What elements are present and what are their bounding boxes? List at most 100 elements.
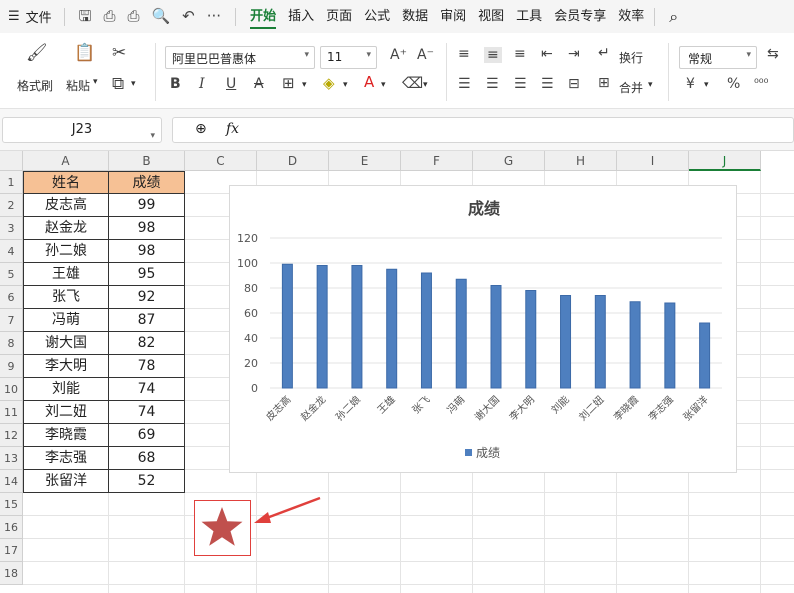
convert-icon[interactable]: ⇆ (767, 47, 779, 61)
row-header[interactable]: 11 (0, 401, 23, 424)
fill-color-icon[interactable]: ◈ (323, 76, 335, 91)
chevron-down-icon[interactable]: ▾ (131, 79, 136, 89)
table-cell[interactable]: 刘二妞 (23, 401, 109, 424)
save-icon[interactable]: 🖫 (79, 9, 92, 24)
column-header[interactable]: F (401, 151, 473, 171)
table-cell[interactable]: 谢大国 (23, 332, 109, 355)
wrap-text-icon[interactable]: ↵ (598, 46, 610, 60)
tab-8[interactable]: 会员专享 (548, 0, 612, 33)
table-cell[interactable]: 刘能 (23, 378, 109, 401)
column-header[interactable]: D (257, 151, 329, 171)
more-icon[interactable]: ··· (207, 9, 221, 24)
italic-icon[interactable]: I (199, 77, 205, 91)
tab-6[interactable]: 视图 (472, 0, 510, 33)
font-name-select[interactable]: 阿里巴巴普惠体 ▾ (165, 46, 315, 69)
formula-input[interactable]: ⊕ fx (172, 117, 794, 143)
paste-button[interactable]: 粘贴 (66, 77, 90, 94)
chevron-down-icon[interactable]: ▾ (648, 80, 653, 90)
underline-icon[interactable]: U (226, 77, 236, 91)
row-header[interactable]: 7 (0, 309, 23, 332)
row-header[interactable]: 9 (0, 355, 23, 378)
table-cell[interactable]: 69 (109, 424, 185, 447)
table-cell[interactable]: 92 (109, 286, 185, 309)
tab-0[interactable]: 开始 (244, 0, 282, 33)
align-right-icon[interactable]: ☰ (514, 77, 527, 91)
table-cell[interactable]: 68 (109, 447, 185, 470)
align-middle-icon[interactable]: ≡ (484, 47, 502, 63)
indent-decrease-icon[interactable]: ⇤ (541, 47, 553, 61)
decrease-font-icon[interactable]: A⁻ (417, 48, 434, 62)
tab-4[interactable]: 数据 (396, 0, 434, 33)
table-cell[interactable]: 95 (109, 263, 185, 286)
row-header[interactable]: 13 (0, 447, 23, 470)
row-header[interactable]: 8 (0, 332, 23, 355)
table-cell[interactable]: 98 (109, 217, 185, 240)
table-cell[interactable]: 99 (109, 194, 185, 217)
row-header[interactable]: 1 (0, 171, 23, 194)
table-cell[interactable]: 皮志高 (23, 194, 109, 217)
align-top-icon[interactable]: ≡ (458, 47, 470, 61)
export-icon[interactable]: ⎙ (103, 9, 115, 24)
increase-font-icon[interactable]: A⁺ (390, 48, 407, 62)
row-header[interactable]: 6 (0, 286, 23, 309)
tab-9[interactable]: 效率 (612, 0, 650, 33)
table-cell[interactable]: 张留洋 (23, 470, 109, 493)
star-shape[interactable] (194, 500, 251, 556)
table-cell[interactable]: 74 (109, 378, 185, 401)
table-cell[interactable]: 52 (109, 470, 185, 493)
row-header[interactable]: 5 (0, 263, 23, 286)
undo-icon[interactable]: ↶ (182, 9, 195, 24)
indent-increase-icon[interactable]: ⇥ (568, 47, 580, 61)
merge-button[interactable]: 合并 (619, 79, 643, 96)
row-header[interactable]: 12 (0, 424, 23, 447)
table-cell[interactable]: 孙二娘 (23, 240, 109, 263)
print-preview-icon[interactable]: 🔍 (151, 9, 170, 24)
table-cell[interactable]: 冯萌 (23, 309, 109, 332)
column-header[interactable]: A (23, 151, 109, 171)
format-painter-button[interactable]: 格式刷 (17, 77, 53, 94)
table-cell[interactable]: 82 (109, 332, 185, 355)
select-all-corner[interactable] (0, 151, 23, 171)
distributed-icon[interactable]: ⊟ (568, 77, 580, 91)
chevron-down-icon[interactable]: ▾ (343, 80, 348, 90)
clear-format-icon[interactable]: ⌫ (402, 76, 423, 91)
zoom-icon[interactable]: ⊕ (195, 121, 207, 137)
number-format-select[interactable]: 常规 ▾ (679, 46, 757, 69)
tab-2[interactable]: 页面 (320, 0, 358, 33)
name-box[interactable]: J23 ▾ (2, 117, 162, 143)
justify-icon[interactable]: ☰ (541, 77, 554, 91)
strikethrough-icon[interactable]: A (254, 77, 264, 91)
currency-icon[interactable]: ¥ (686, 77, 695, 91)
table-cell[interactable]: 李志强 (23, 447, 109, 470)
row-header[interactable]: 16 (0, 516, 23, 539)
chevron-down-icon[interactable]: ▾ (704, 80, 709, 90)
search-icon[interactable]: ⌕ (669, 7, 678, 27)
wrap-text-button[interactable]: 换行 (619, 49, 643, 66)
border-icon[interactable]: ⊞ (282, 76, 295, 91)
cut-icon[interactable]: ✂ (112, 45, 126, 62)
chevron-down-icon[interactable]: ▾ (302, 80, 307, 90)
table-cell[interactable]: 98 (109, 240, 185, 263)
column-header[interactable]: J (689, 151, 761, 171)
column-header[interactable]: B (109, 151, 185, 171)
column-header[interactable]: G (473, 151, 545, 171)
table-cell[interactable]: 王雄 (23, 263, 109, 286)
tab-3[interactable]: 公式 (358, 0, 396, 33)
row-header[interactable]: 18 (0, 562, 23, 585)
column-header[interactable]: I (617, 151, 689, 171)
row-header[interactable]: 15 (0, 493, 23, 516)
align-center-icon[interactable]: ☰ (486, 77, 499, 91)
align-bottom-icon[interactable]: ≡ (514, 47, 526, 61)
percent-icon[interactable]: % (727, 77, 740, 91)
row-header[interactable]: 14 (0, 470, 23, 493)
table-cell[interactable]: 87 (109, 309, 185, 332)
column-header[interactable]: H (545, 151, 617, 171)
thousands-separator-icon[interactable]: ⁰⁰⁰ (754, 77, 768, 89)
row-header[interactable]: 3 (0, 217, 23, 240)
table-cell[interactable]: 78 (109, 355, 185, 378)
table-header-cell[interactable]: 姓名 (23, 171, 109, 194)
tab-5[interactable]: 审阅 (434, 0, 472, 33)
chevron-down-icon[interactable]: ▾ (93, 77, 98, 87)
chevron-down-icon[interactable]: ▾ (423, 80, 428, 90)
column-header[interactable]: C (185, 151, 257, 171)
